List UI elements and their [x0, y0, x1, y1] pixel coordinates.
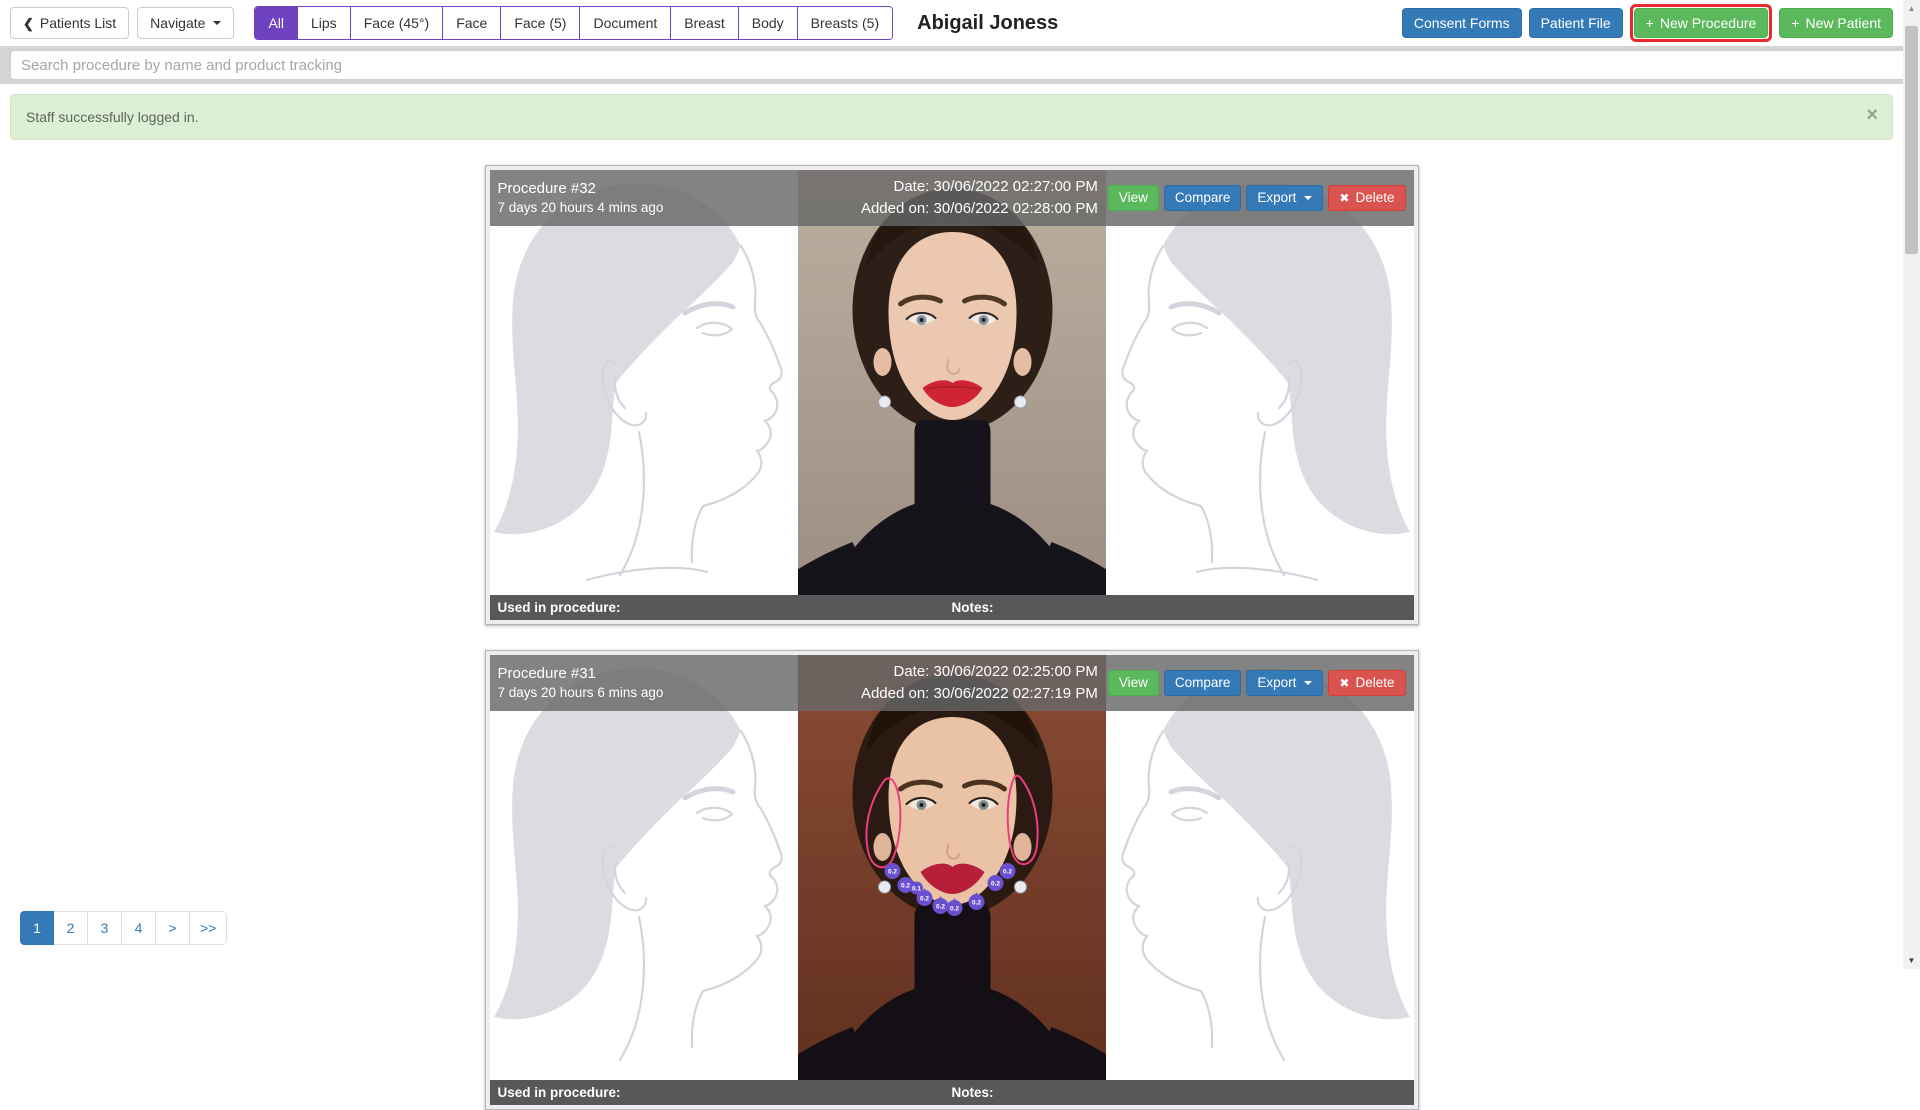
used-in-procedure-label: Used in procedure:	[498, 1085, 952, 1100]
chevron-left-icon: ❮	[23, 17, 34, 30]
tab-face-5[interactable]: Face (5)	[500, 7, 579, 39]
svg-text:0.2: 0.2	[990, 881, 999, 888]
search-input[interactable]	[10, 50, 1910, 80]
caret-down-icon	[213, 21, 221, 25]
new-procedure-button[interactable]: + New Procedure	[1634, 8, 1769, 38]
plus-icon: +	[1646, 16, 1654, 30]
procedure-31-header: Procedure #31 7 days 20 hours 6 mins ago…	[490, 655, 1414, 711]
alert-message: Staff successfully logged in.	[26, 109, 199, 125]
scrollbar-thumb[interactable]	[1905, 26, 1918, 254]
procedure-age: 7 days 20 hours 4 mins ago	[498, 199, 664, 218]
notes-label: Notes:	[952, 1085, 994, 1100]
svg-text:0.2: 0.2	[887, 869, 896, 876]
success-alert: Staff successfully logged in. ×	[10, 94, 1893, 140]
page-1[interactable]: 1	[20, 911, 54, 945]
profile-silhouette-right-image[interactable]	[1106, 655, 1414, 1080]
delete-button[interactable]: ✖ Delete	[1328, 670, 1405, 696]
svg-text:0.2: 0.2	[919, 896, 928, 903]
procedure-31-images: Procedure #31 7 days 20 hours 6 mins ago…	[490, 655, 1414, 1080]
procedure-card-32: Procedure #32 7 days 20 hours 4 mins ago…	[485, 165, 1419, 625]
procedure-dates: Date: 30/06/2022 02:25:00 PM Added on: 3…	[861, 661, 1098, 705]
svg-text:0.2: 0.2	[900, 883, 909, 890]
view-button[interactable]: View	[1108, 185, 1159, 211]
page-2[interactable]: 2	[54, 911, 88, 945]
compare-button[interactable]: Compare	[1164, 185, 1242, 211]
tab-all[interactable]: All	[255, 7, 297, 39]
tab-face-45[interactable]: Face (45°)	[350, 7, 443, 39]
navigate-dropdown-button[interactable]: Navigate	[137, 7, 234, 39]
scroll-up-icon[interactable]: ▲	[1903, 0, 1920, 17]
export-dropdown-button[interactable]: Export	[1246, 185, 1323, 211]
procedure-title: Procedure #31	[498, 663, 664, 684]
patients-list-button[interactable]: ❮ Patients List	[10, 7, 129, 39]
new-patient-button[interactable]: + New Patient	[1779, 8, 1893, 38]
navigate-label: Navigate	[150, 16, 205, 30]
export-dropdown-button[interactable]: Export	[1246, 670, 1323, 696]
procedure-title: Procedure #32	[498, 178, 664, 199]
svg-text:0.2: 0.2	[949, 906, 958, 913]
caret-down-icon	[1304, 681, 1312, 685]
svg-text:0.2: 0.2	[935, 904, 944, 911]
close-icon[interactable]: ×	[1866, 105, 1878, 125]
search-band	[0, 46, 1920, 84]
tab-lips[interactable]: Lips	[297, 7, 350, 39]
delete-button[interactable]: ✖ Delete	[1328, 185, 1405, 211]
view-button[interactable]: View	[1108, 670, 1159, 696]
compare-button[interactable]: Compare	[1164, 670, 1242, 696]
new-procedure-highlight: + New Procedure	[1630, 4, 1773, 42]
procedure-card-31: Procedure #31 7 days 20 hours 6 mins ago…	[485, 650, 1419, 1110]
patients-list-label: Patients List	[40, 16, 116, 30]
plus-icon: +	[1791, 16, 1799, 30]
toolbar-right-actions: Consent Forms Patient File + New Procedu…	[1402, 4, 1893, 42]
delete-x-icon: ✖	[1339, 192, 1349, 204]
patient-file-button[interactable]: Patient File	[1529, 8, 1623, 38]
tab-breast[interactable]: Breast	[670, 7, 737, 39]
procedure-age: 7 days 20 hours 6 mins ago	[498, 684, 664, 703]
top-toolbar: ❮ Patients List Navigate All Lips Face (…	[0, 0, 1920, 46]
delete-x-icon: ✖	[1339, 677, 1349, 689]
tab-body[interactable]: Body	[738, 7, 797, 39]
procedure-filter-tabs: All Lips Face (45°) Face Face (5) Docume…	[254, 6, 893, 40]
consent-forms-button[interactable]: Consent Forms	[1402, 8, 1522, 38]
page-4[interactable]: 4	[122, 911, 156, 945]
procedure-32-header: Procedure #32 7 days 20 hours 4 mins ago…	[490, 170, 1414, 226]
vertical-scrollbar[interactable]: ▲ ▼	[1903, 0, 1920, 969]
notes-label: Notes:	[952, 600, 994, 615]
pagination: 1 2 3 4 > >>	[20, 911, 227, 945]
caret-down-icon	[1304, 196, 1312, 200]
svg-text:0.2: 0.2	[971, 900, 980, 907]
procedure-32-images: Procedure #32 7 days 20 hours 4 mins ago…	[490, 170, 1414, 595]
profile-silhouette-right-image[interactable]	[1106, 170, 1414, 595]
procedure-32-footer: Used in procedure: Notes:	[490, 595, 1414, 620]
page-title-patient-name: Abigail Joness	[917, 12, 1058, 35]
patient-photo-annotated-image[interactable]: 0.2 0.2 0.1 0.2 0.2 0.2 0.2 0.2 0.2	[798, 655, 1106, 1080]
procedure-31-footer: Used in procedure: Notes:	[490, 1080, 1414, 1105]
page-3[interactable]: 3	[88, 911, 122, 945]
page-next[interactable]: >	[156, 911, 190, 945]
page-last[interactable]: >>	[190, 911, 227, 945]
used-in-procedure-label: Used in procedure:	[498, 600, 952, 615]
scroll-down-icon[interactable]: ▼	[1903, 952, 1920, 969]
tab-document[interactable]: Document	[579, 7, 670, 39]
tab-face[interactable]: Face	[442, 7, 500, 39]
profile-silhouette-left-image[interactable]	[490, 170, 798, 595]
procedure-dates: Date: 30/06/2022 02:27:00 PM Added on: 3…	[861, 176, 1098, 220]
profile-silhouette-left-image[interactable]	[490, 655, 798, 1080]
svg-text:0.2: 0.2	[1002, 869, 1011, 876]
procedures-list: Procedure #32 7 days 20 hours 4 mins ago…	[0, 165, 1903, 1110]
patient-photo-front-image[interactable]	[798, 170, 1106, 595]
tab-breasts-5[interactable]: Breasts (5)	[797, 7, 892, 39]
